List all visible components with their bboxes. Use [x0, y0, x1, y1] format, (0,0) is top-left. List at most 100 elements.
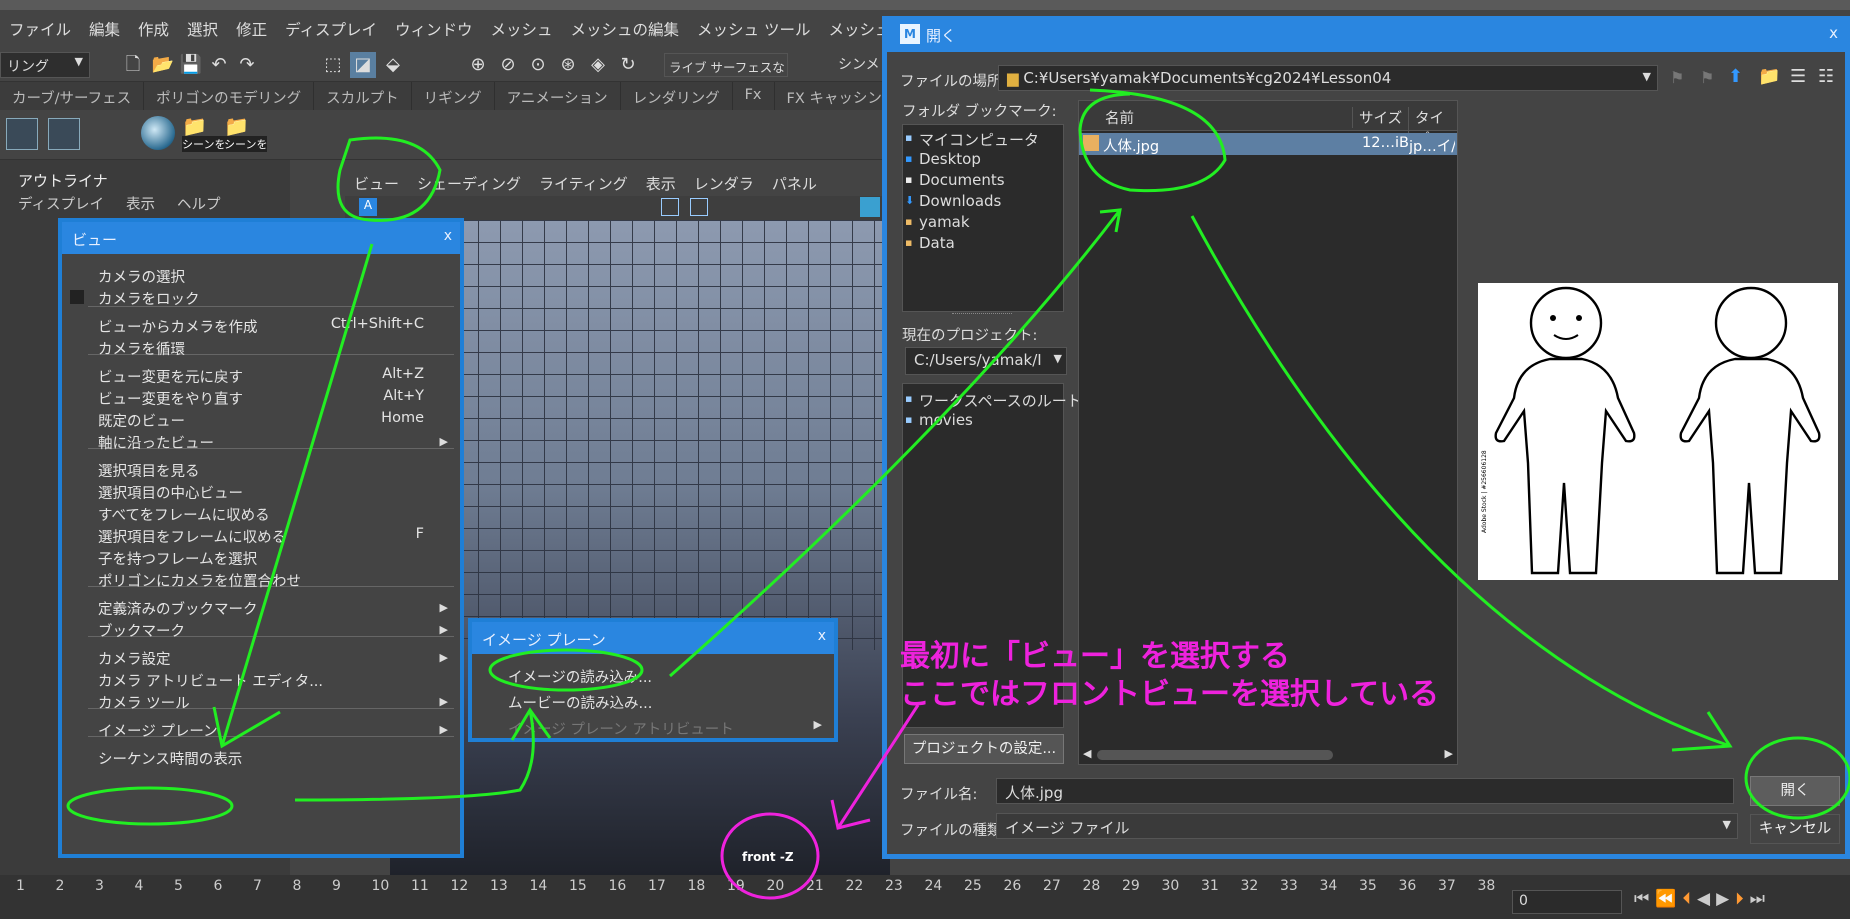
scrollbar-thumb[interactable] [1097, 750, 1333, 760]
close-icon[interactable]: x [1829, 24, 1838, 42]
step-forward-key-icon[interactable]: ⏵ [1735, 889, 1750, 909]
bookmark-item-1[interactable]: Desktop [919, 150, 981, 168]
outliner-menu-item-0[interactable]: ディスプレイ [18, 193, 104, 214]
outliner-shelf-icon[interactable] [6, 118, 38, 150]
import-image-item[interactable]: イメージの読み込み... [508, 666, 652, 687]
snap-grid-icon[interactable]: ⊕ [465, 52, 491, 78]
open-button[interactable]: 開く [1750, 776, 1840, 806]
camera-select-icon[interactable]: A [359, 198, 377, 216]
scroll-right-icon[interactable]: ▶ [1445, 747, 1453, 760]
open-scene-icon[interactable]: 📂 [150, 52, 176, 78]
view-menu-item-3[interactable]: カメラを循環 [98, 338, 185, 359]
mode-dropdown[interactable]: リング ▼ [0, 52, 90, 78]
view-menu-item-5[interactable]: ビュー変更をやり直す [98, 388, 243, 409]
view-menu-item-17[interactable]: カメラ アトリビュート エディタ... [98, 670, 323, 691]
close-icon[interactable]: x [818, 628, 826, 644]
import-movie-item[interactable]: ムービーの読み込み... [508, 692, 652, 713]
menu-item-4[interactable]: 修正 [227, 18, 276, 40]
filename-input[interactable]: 人体.jpg [996, 778, 1734, 804]
shelf-tab-1[interactable]: ポリゴンのモデリング [144, 82, 315, 110]
panel-menu-item-2[interactable]: ライティング [530, 173, 637, 194]
scene-folder-icon-2[interactable]: 📁 シーンを [224, 114, 268, 154]
panel-menu-item-5[interactable]: パネル [763, 173, 826, 194]
forward-nav-icon[interactable]: ⚑ [1700, 68, 1714, 87]
view-menu-item-16[interactable]: カメラ設定 [98, 648, 171, 669]
step-back-key-icon[interactable]: ⏴ [1682, 889, 1697, 909]
outliner-menu-item-1[interactable]: 表示 [126, 193, 155, 214]
view-menu-item-8[interactable]: 選択項目を見る [98, 460, 200, 481]
panel-menu-item-4[interactable]: レンダラ [685, 173, 763, 194]
splitter-handle[interactable] [952, 313, 1012, 316]
menu-item-9[interactable]: メッシュ ツール [688, 18, 819, 40]
snap-point-icon[interactable]: ⊙ [525, 52, 551, 78]
shelf-tab-6[interactable]: Fx [733, 82, 775, 110]
bookmark-item-4[interactable]: yamak [919, 213, 970, 231]
view-menu-item-18[interactable]: カメラ ツール [98, 692, 190, 713]
bookmark-item-0[interactable]: マイコンピュータ [919, 129, 1039, 150]
menu-item-1[interactable]: 編集 [80, 18, 129, 40]
paint-select-icon[interactable]: ⬙ [380, 52, 406, 78]
panel-menu-item-0[interactable]: ビュー [345, 173, 408, 194]
shelf-tab-2[interactable]: スカルプト [314, 82, 412, 110]
back-nav-icon[interactable]: ⚑ [1670, 68, 1684, 87]
view-menu-item-10[interactable]: すべてをフレームに収める [98, 504, 270, 525]
view-menu-item-7[interactable]: 軸に沿ったビュー [98, 432, 214, 453]
redo-icon[interactable]: ↷ [234, 52, 260, 78]
menu-item-6[interactable]: ウィンドウ [386, 18, 482, 40]
project-dropdown[interactable]: C:/Users/yamak/I ▼ [905, 347, 1067, 375]
view-menu-item-4[interactable]: ビュー変更を元に戻す [98, 366, 243, 387]
project-folder-item-1[interactable]: movies [919, 411, 973, 429]
list-view-icon[interactable]: ☰ [1790, 66, 1806, 87]
view-menu-item-0[interactable]: カメラの選択 [98, 266, 185, 287]
horizontal-scrollbar[interactable]: ◀ ▶ [1079, 746, 1457, 764]
view-menu-item-9[interactable]: 選択項目の中心ビュー [98, 482, 243, 503]
wireframe-toggle-icon[interactable] [690, 198, 708, 216]
lock-checkbox[interactable] [70, 290, 84, 304]
outliner-menu-item-2[interactable]: ヘルプ [177, 193, 221, 214]
save-scene-icon[interactable]: 💾 [178, 52, 204, 78]
undo-icon[interactable]: ↶ [206, 52, 232, 78]
bookmark-item-2[interactable]: Documents [919, 171, 1005, 189]
project-settings-button[interactable]: プロジェクトの設定... [904, 734, 1064, 764]
shelf-tab-3[interactable]: リギング [412, 82, 495, 110]
scene-folder-icon-1[interactable]: 📁 シーンを [182, 114, 226, 154]
view-menu-item-1[interactable]: カメラをロック [98, 288, 200, 309]
panel-menu-item-1[interactable]: シェーディング [408, 173, 530, 194]
menu-item-5[interactable]: ディスプレイ [276, 18, 386, 40]
file-row[interactable]: 人体.jpg 12…iB jp…イ/ [1079, 133, 1457, 155]
step-back-icon[interactable]: ⏪ [1655, 889, 1682, 909]
go-to-start-icon[interactable]: ⏮ [1634, 889, 1655, 909]
detail-view-icon[interactable]: ☷ [1818, 66, 1834, 87]
scroll-left-icon[interactable]: ◀ [1083, 747, 1091, 760]
new-folder-icon[interactable]: 📁 [1758, 66, 1780, 87]
shelf-tab-5[interactable]: レンダリング [621, 82, 733, 110]
render-sphere-icon[interactable] [141, 116, 175, 150]
snap-rotate-icon[interactable]: ↻ [615, 52, 641, 78]
view-menu-item-20[interactable]: シーケンス時間の表示 [98, 748, 242, 769]
close-icon[interactable]: x [444, 228, 452, 244]
column-name[interactable]: 名前 [1105, 107, 1134, 128]
menu-item-8[interactable]: メッシュの編集 [562, 18, 689, 40]
smooth-shade-icon[interactable] [860, 197, 880, 217]
snap-curve-icon[interactable]: ⊘ [495, 52, 521, 78]
play-backward-icon[interactable]: ◀ [1697, 889, 1716, 909]
view-menu-item-11[interactable]: 選択項目をフレームに収める [98, 526, 286, 547]
bookmark-item-5[interactable]: Data [919, 234, 955, 252]
symmetry-dropdown[interactable]: シンメ [838, 54, 880, 74]
column-size[interactable]: サイズ [1352, 107, 1402, 128]
view-menu-item-6[interactable]: 既定のビュー [98, 410, 185, 431]
time-slider[interactable]: 1 2 3 4 5 6 7 8 9 10 11 12 13 14 15 16 17 18 19 20 21 22 23 24 2… [0, 875, 1850, 919]
play-forward-icon[interactable]: ▶ [1716, 889, 1735, 909]
grid-toggle-icon[interactable] [661, 198, 679, 216]
menu-item-0[interactable]: ファイル [0, 18, 80, 40]
menu-item-2[interactable]: 作成 [129, 18, 178, 40]
live-surface-field[interactable]: ライブ サーフェスなし [664, 53, 788, 77]
snap-view-icon[interactable]: ⊛ [555, 52, 581, 78]
up-folder-icon[interactable]: ⬆ [1728, 66, 1743, 87]
lasso-tool-icon[interactable]: ◪ [350, 52, 376, 78]
view-menu-item-14[interactable]: 定義済みのブックマーク [98, 598, 258, 619]
current-frame-field[interactable]: 0 [1512, 890, 1622, 914]
view-menu-item-13[interactable]: ポリゴンにカメラを位置合わせ [98, 570, 301, 591]
view-menu-item-15[interactable]: ブックマーク [98, 620, 185, 641]
filetype-dropdown[interactable]: イメージ ファイル ▼ [996, 813, 1738, 839]
